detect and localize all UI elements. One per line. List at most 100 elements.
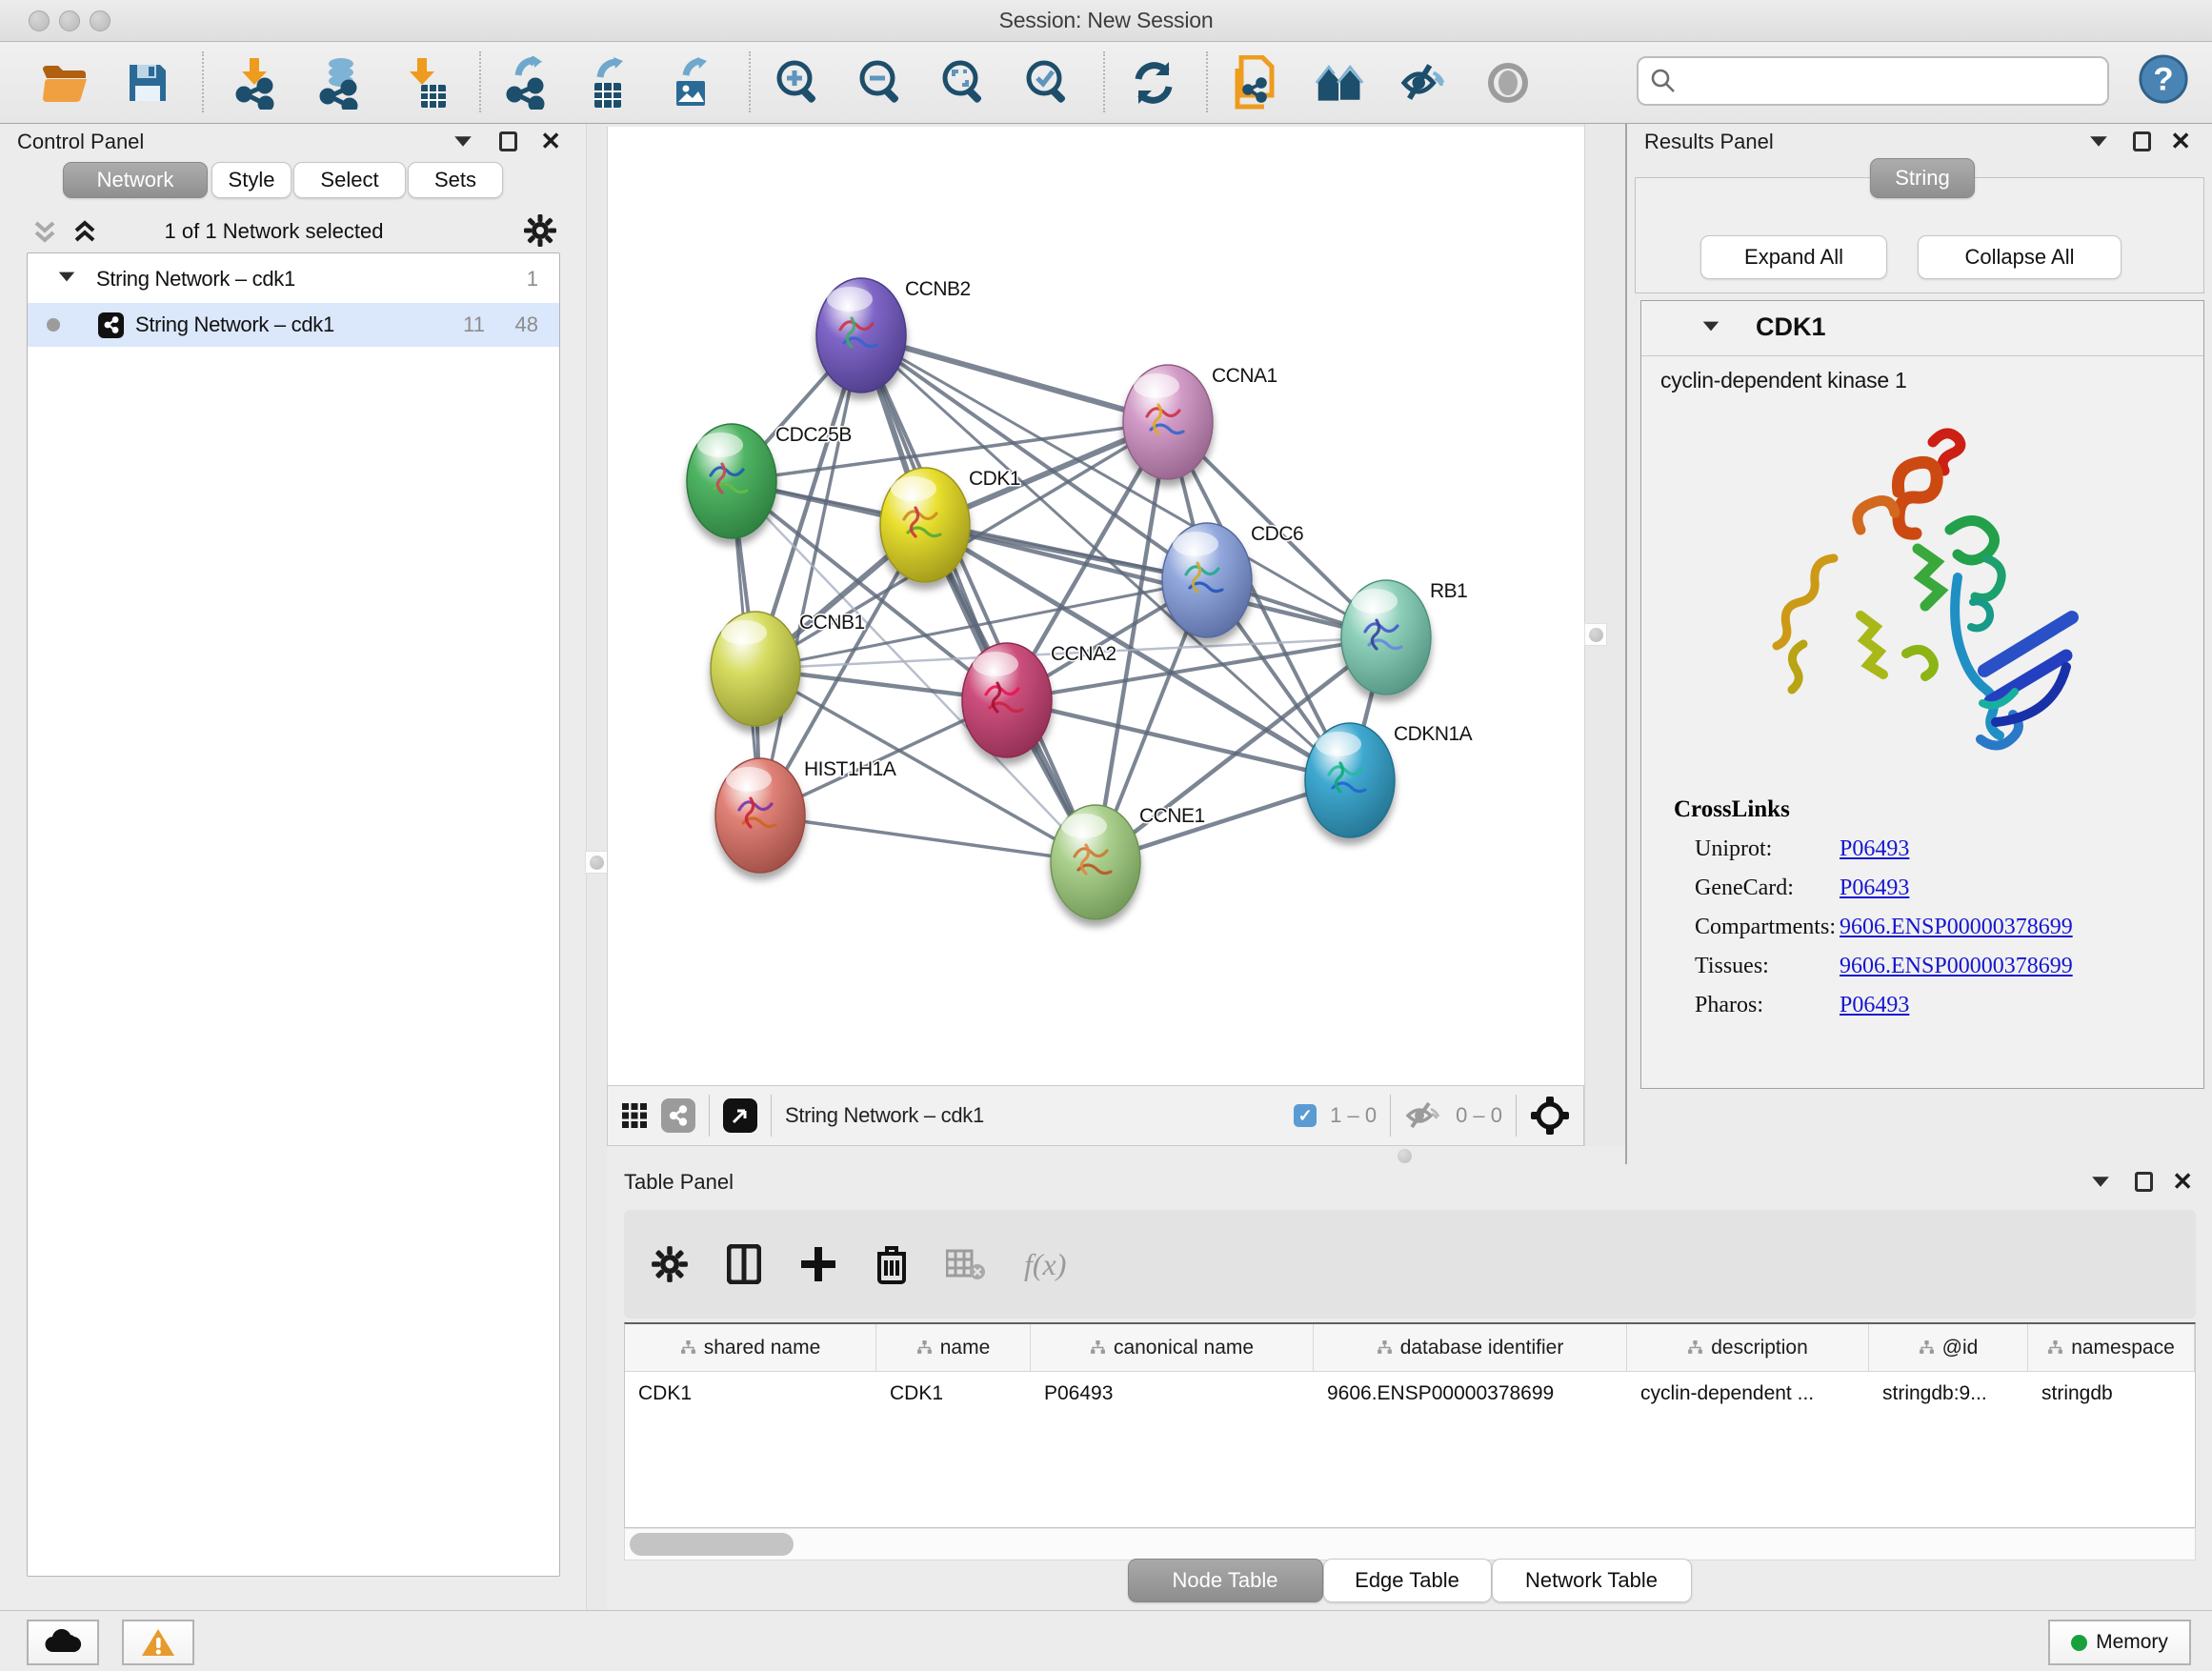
refresh-icon[interactable] xyxy=(1128,57,1179,109)
gene-card-header[interactable]: CDK1 xyxy=(1641,301,2203,356)
tab-style[interactable]: Style xyxy=(211,162,292,198)
gene-caret-icon[interactable] xyxy=(1700,320,1721,337)
node-CCNA1[interactable] xyxy=(1123,365,1213,479)
node-HIST1H1A[interactable] xyxy=(715,758,805,873)
panel-float-icon[interactable] xyxy=(2133,131,2151,157)
tab-network-table[interactable]: Network Table xyxy=(1492,1559,1692,1602)
grid-view-icon[interactable] xyxy=(621,1102,648,1129)
delete-table-icon[interactable] xyxy=(946,1248,986,1280)
zoom-out-icon[interactable] xyxy=(856,57,908,109)
network-collection-row[interactable]: String Network – cdk1 1 xyxy=(28,259,559,301)
edge-CCNB2-CCNE1[interactable] xyxy=(861,335,1096,862)
crosslink-link[interactable]: P06493 xyxy=(1840,836,1909,862)
crosslink-link[interactable]: 9606.ENSP00000378699 xyxy=(1840,954,2073,979)
column-header-description[interactable]: description xyxy=(1627,1324,1869,1371)
table-cell[interactable]: CDK1 xyxy=(876,1372,1031,1416)
tab-sets[interactable]: Sets xyxy=(408,162,503,198)
hidden-items-icon[interactable] xyxy=(1404,1100,1442,1131)
detach-view-icon[interactable] xyxy=(723,1098,757,1133)
hide-selected-icon[interactable] xyxy=(1398,57,1450,109)
zoom-in-icon[interactable] xyxy=(774,57,825,109)
table-hscrollbar[interactable] xyxy=(624,1528,2196,1560)
column-header--id[interactable]: @id xyxy=(1869,1324,2028,1371)
tab-node-table[interactable]: Node Table xyxy=(1128,1559,1323,1602)
node-CDC25B[interactable] xyxy=(687,424,776,538)
column-header-name[interactable]: name xyxy=(876,1324,1031,1371)
import-network-icon[interactable] xyxy=(229,57,280,109)
node-CCNB2[interactable] xyxy=(816,278,906,393)
node-CDC6[interactable] xyxy=(1162,523,1252,637)
export-network-icon[interactable] xyxy=(499,57,551,109)
table-row[interactable]: CDK1CDK1P064939606.ENSP00000378699cyclin… xyxy=(625,1372,2195,1416)
node-CDKN1A[interactable] xyxy=(1305,723,1395,837)
zoom-fit-icon[interactable] xyxy=(939,57,991,109)
show-all-icon[interactable] xyxy=(1482,57,1534,109)
zoom-selected-icon[interactable] xyxy=(1023,57,1075,109)
column-header-canonical-name[interactable]: canonical name xyxy=(1031,1324,1314,1371)
open-session-icon[interactable] xyxy=(40,57,91,109)
selected-items-checkbox[interactable]: ✓ xyxy=(1294,1104,1317,1127)
collection-caret-icon[interactable] xyxy=(56,271,77,288)
node-CCNE1[interactable] xyxy=(1051,805,1140,919)
crosslink-link[interactable]: 9606.ENSP00000378699 xyxy=(1840,915,2073,940)
string-view-icon[interactable] xyxy=(661,1098,695,1133)
panel-float-icon[interactable] xyxy=(499,131,517,157)
search-input[interactable] xyxy=(1677,68,2107,94)
crosslink-link[interactable]: P06493 xyxy=(1840,876,1909,901)
tab-select[interactable]: Select xyxy=(293,162,406,198)
import-table-icon[interactable] xyxy=(396,57,448,109)
first-neighbors-icon[interactable] xyxy=(1315,57,1366,109)
clone-network-icon[interactable] xyxy=(1231,57,1282,109)
collapse-all-button[interactable]: Collapse All xyxy=(1918,235,2122,279)
panel-close-icon[interactable]: ✕ xyxy=(2172,1172,2193,1196)
left-splitter-handle[interactable] xyxy=(585,851,608,874)
tab-edge-table[interactable]: Edge Table xyxy=(1323,1559,1492,1602)
crosslink-link[interactable]: P06493 xyxy=(1840,993,1909,1018)
export-table-icon[interactable] xyxy=(581,57,633,109)
expand-all-button[interactable]: Expand All xyxy=(1700,235,1887,279)
horizontal-splitter-handle[interactable] xyxy=(1398,1149,1412,1163)
column-header-database-identifier[interactable]: database identifier xyxy=(1314,1324,1627,1371)
panel-close-icon[interactable]: ✕ xyxy=(2170,131,2191,155)
left-splitter[interactable] xyxy=(586,124,607,1610)
network-canvas[interactable]: CCNB2CCNA1CDC25BCDK1CDC6RB1CCNB1CCNA2CDK… xyxy=(607,127,1584,1085)
table-cell[interactable]: stringdb xyxy=(2028,1372,2195,1416)
help-icon[interactable]: ? xyxy=(2138,53,2189,105)
delete-column-icon[interactable] xyxy=(875,1244,908,1284)
panel-float-icon[interactable] xyxy=(2135,1172,2153,1198)
table-cell[interactable]: P06493 xyxy=(1031,1372,1314,1416)
export-image-icon[interactable] xyxy=(665,57,716,109)
edge-CCNA2-CDKN1A[interactable] xyxy=(1007,700,1350,780)
network-options-gear-icon[interactable] xyxy=(523,213,557,248)
network-graph[interactable]: CCNB2CCNA1CDC25BCDK1CDC6RB1CCNB1CCNA2CDK… xyxy=(608,127,1585,1085)
column-header-namespace[interactable]: namespace xyxy=(2028,1324,2195,1371)
table-cell[interactable]: cyclin-dependent ... xyxy=(1627,1372,1869,1416)
column-header-shared-name[interactable]: shared name xyxy=(625,1324,876,1371)
table-hscrollbar-thumb[interactable] xyxy=(630,1533,794,1556)
memory-button[interactable]: Memory xyxy=(2048,1620,2191,1665)
add-column-icon[interactable] xyxy=(799,1245,837,1283)
panel-menu-icon[interactable] xyxy=(2088,131,2109,153)
edge-CCNB2-HIST1H1A[interactable] xyxy=(760,335,861,815)
node-CDK1[interactable] xyxy=(880,468,970,582)
table-settings-gear-icon[interactable] xyxy=(651,1245,689,1283)
table-cell[interactable]: 9606.ENSP00000378699 xyxy=(1314,1372,1627,1416)
network-row-selected[interactable]: String Network – cdk1 11 48 xyxy=(28,303,559,347)
tab-network[interactable]: Network xyxy=(63,162,208,198)
panel-menu-icon[interactable] xyxy=(452,131,473,153)
right-splitter[interactable] xyxy=(1584,124,1625,1167)
table-cell[interactable]: stringdb:9... xyxy=(1869,1372,2028,1416)
panel-menu-icon[interactable] xyxy=(2090,1172,2111,1194)
node-CCNB1[interactable] xyxy=(711,612,800,726)
node-RB1[interactable] xyxy=(1341,580,1431,695)
node-CCNA2[interactable] xyxy=(962,643,1052,757)
function-builder-icon[interactable]: f(x) xyxy=(1024,1247,1066,1282)
save-session-icon[interactable] xyxy=(122,57,173,109)
import-network-from-database-icon[interactable] xyxy=(312,57,364,109)
cloud-status-button[interactable] xyxy=(27,1620,99,1665)
birdseye-view-icon[interactable] xyxy=(1530,1096,1570,1136)
right-splitter-handle[interactable] xyxy=(1584,623,1607,646)
panel-close-icon[interactable]: ✕ xyxy=(540,131,561,155)
tab-string[interactable]: String xyxy=(1870,158,1975,198)
edge-HIST1H1A-CCNE1[interactable] xyxy=(760,815,1096,862)
